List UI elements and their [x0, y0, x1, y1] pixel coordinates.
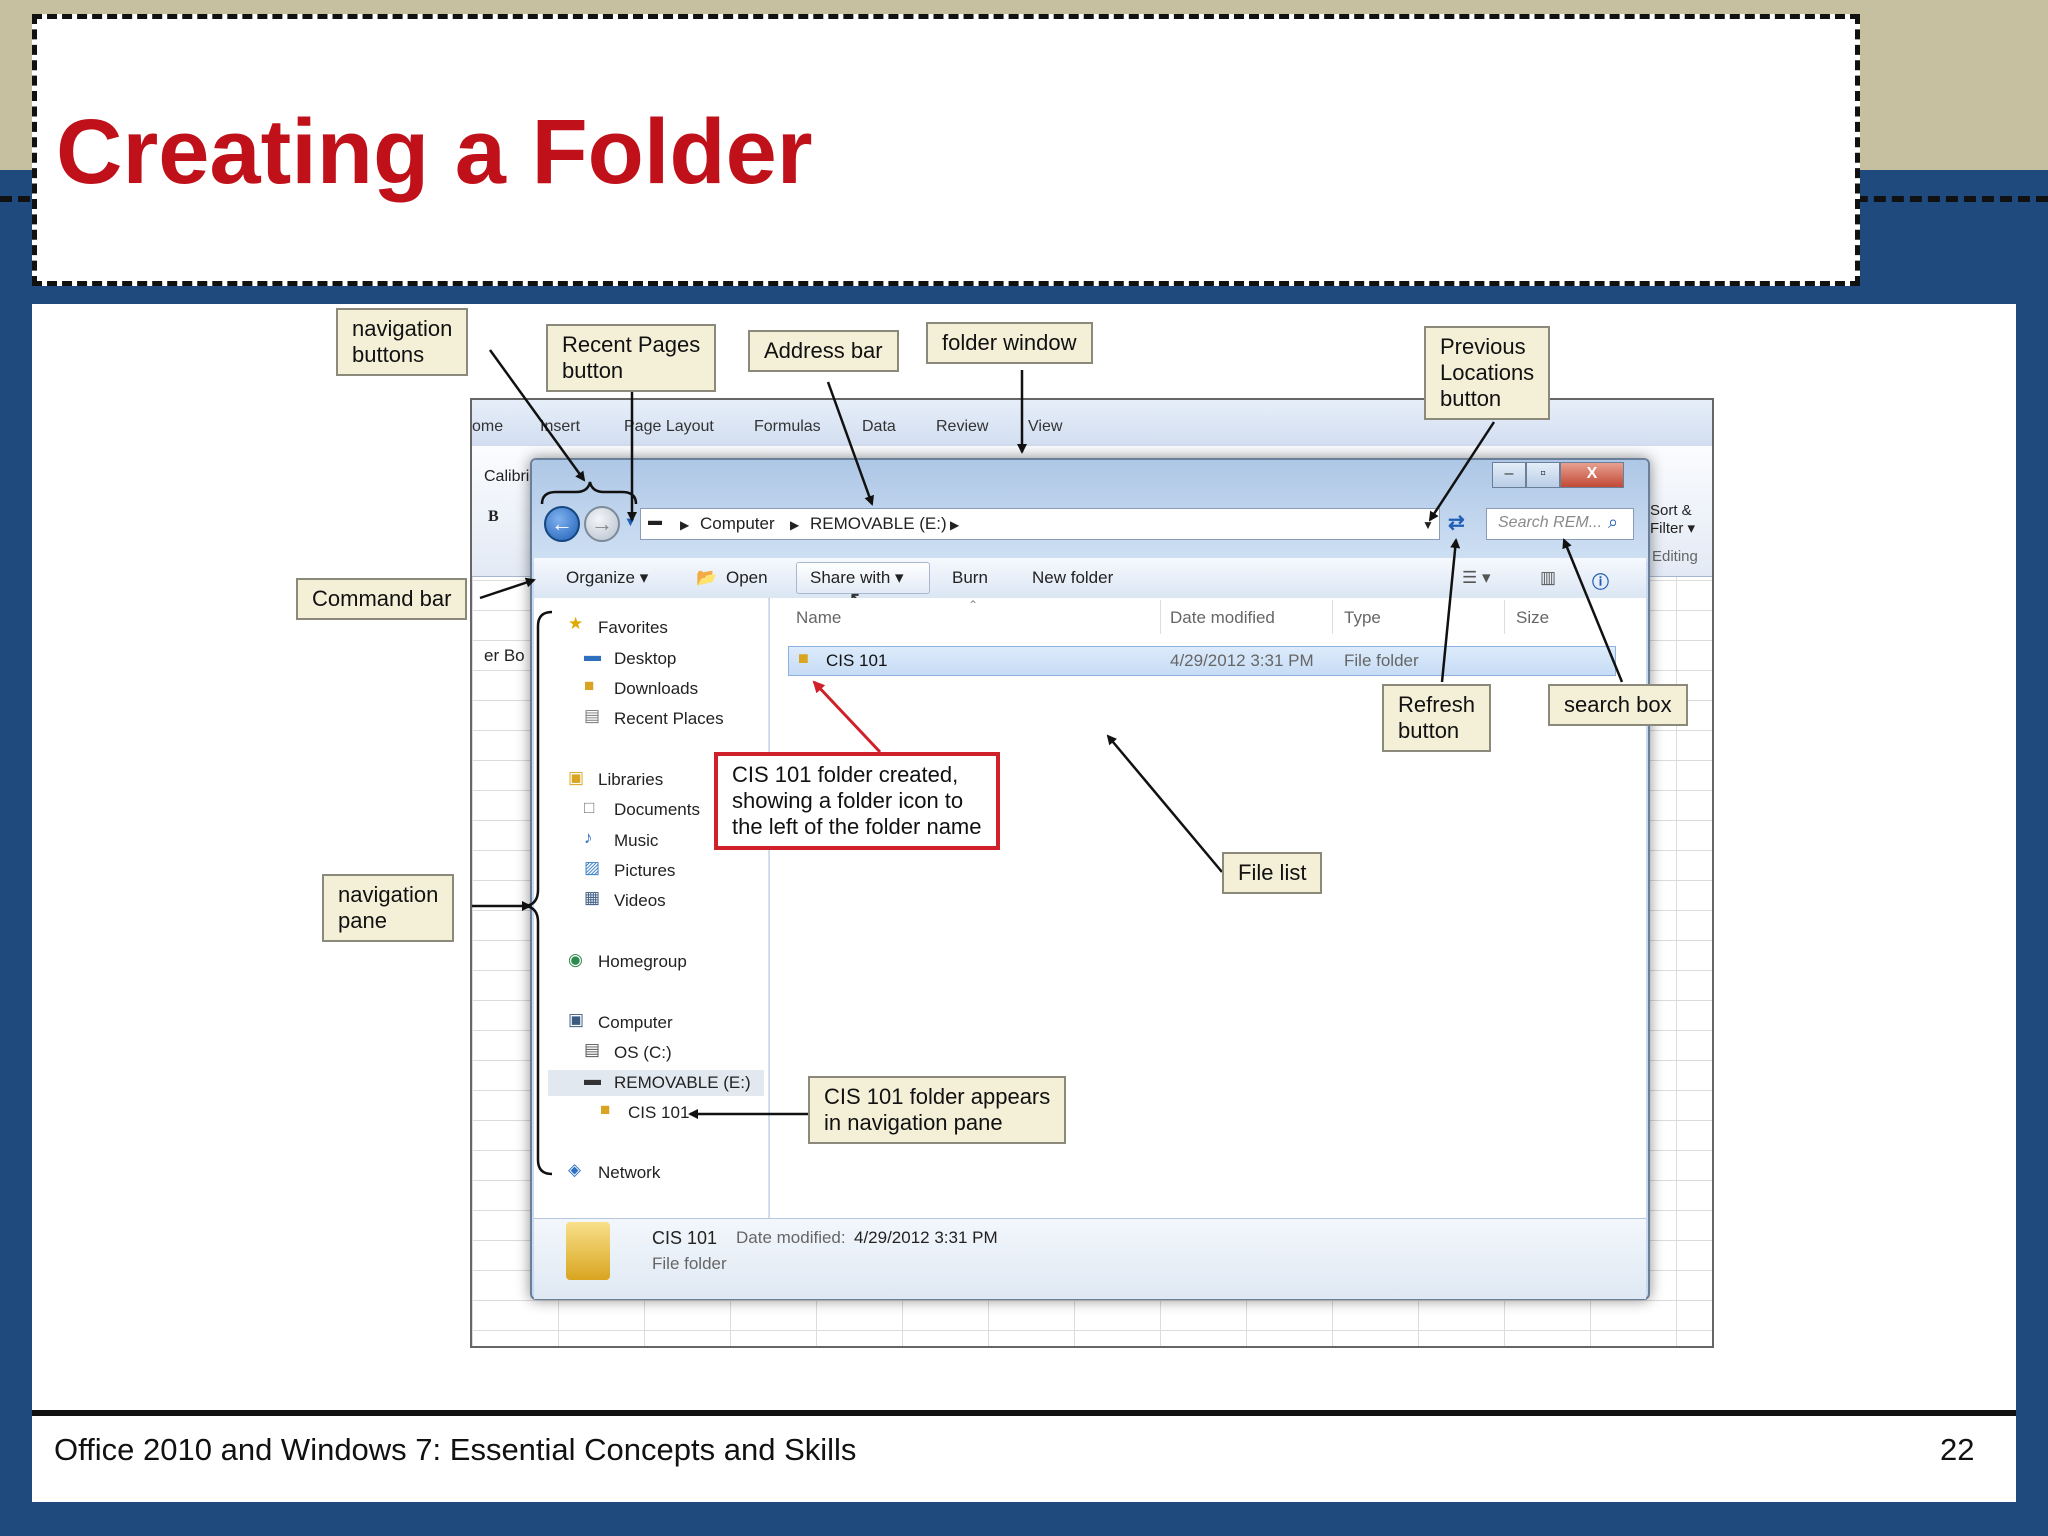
- callout-text: Address bar: [764, 338, 883, 363]
- nav-pane-brace: [525, 610, 553, 1176]
- callout-text: folder window: [942, 330, 1077, 355]
- callout-search-box: search box: [1548, 684, 1688, 726]
- callout-text: CIS 101 folder created, showing a folder…: [732, 762, 982, 839]
- callout-nav-pane-note: CIS 101 folder appears in navigation pan…: [808, 1076, 1067, 1144]
- callout-text: File list: [1238, 860, 1307, 885]
- callout-recent-pages: Recent Pages button: [546, 324, 717, 392]
- callout-refresh: Refresh button: [1382, 684, 1492, 752]
- nav-buttons-brace: [540, 481, 638, 505]
- callout-file-list: File list: [1222, 852, 1323, 894]
- callout-text: navigation pane: [338, 882, 439, 933]
- callout-navigation-buttons: navigation buttons: [336, 308, 469, 376]
- annotation-arrows: [472, 349, 1624, 1176]
- callout-folder-window: folder window: [926, 322, 1093, 364]
- callout-text: Refresh button: [1398, 692, 1476, 743]
- page-number: 22: [1940, 1432, 1975, 1467]
- callout-previous-locations: Previous Locations button: [1424, 326, 1551, 420]
- callout-navigation-pane: navigation pane: [322, 874, 455, 942]
- callout-text: search box: [1564, 692, 1672, 717]
- callout-text: navigation buttons: [352, 316, 453, 367]
- footer-text: Office 2010 and Windows 7: Essential Con…: [54, 1432, 857, 1467]
- callout-command-bar: Command bar: [296, 578, 468, 620]
- callout-text: Previous Locations button: [1440, 334, 1535, 411]
- callout-folder-created: CIS 101 folder created, showing a folder…: [714, 752, 1000, 850]
- callout-address-bar: Address bar: [748, 330, 899, 372]
- callout-text: Recent Pages button: [562, 332, 701, 383]
- callout-text: Command bar: [312, 586, 452, 611]
- callout-text: CIS 101 folder appears in navigation pan…: [824, 1084, 1051, 1135]
